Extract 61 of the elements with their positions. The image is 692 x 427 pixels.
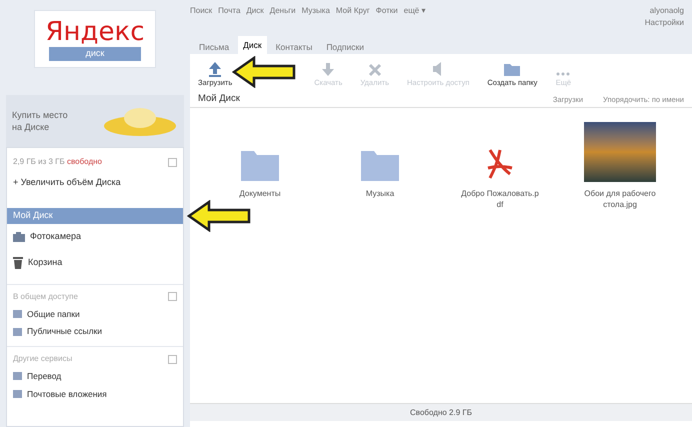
storage-info: 2,9 ГБ из 3 ГБ свободно xyxy=(13,156,102,168)
close-icon xyxy=(368,62,382,77)
file-name: Обои для рабочего стола.jpg xyxy=(583,188,657,210)
file-name: Добро Пожаловать.p df xyxy=(461,188,539,210)
section-title: Другие сервисы xyxy=(13,353,72,365)
nav-link[interactable]: Деньги xyxy=(270,5,296,36)
promo-banner[interactable]: Купить место на Диске xyxy=(6,95,184,147)
trash-icon xyxy=(13,256,23,268)
arrow-annotation-icon xyxy=(232,56,296,88)
camera-icon xyxy=(13,232,25,242)
item-icon xyxy=(13,328,22,336)
upload-icon xyxy=(207,60,224,77)
nav-link[interactable]: Мой Круг xyxy=(336,5,370,36)
status-bar: Свободно 2.9 ГБ xyxy=(190,403,692,421)
sidebar-item[interactable]: Почтовые вложения xyxy=(13,388,177,400)
download-icon xyxy=(320,60,336,77)
tab[interactable]: Диск xyxy=(238,36,267,54)
file-name: Музыка xyxy=(364,188,396,199)
logo[interactable]: Яндекс диск xyxy=(34,10,156,68)
sidebar-item[interactable]: Общие папки xyxy=(13,308,177,320)
item-icon xyxy=(13,390,22,398)
sidebar-item[interactable]: Мой Диск xyxy=(7,208,183,224)
item-icon xyxy=(13,310,22,318)
tab[interactable]: Подписки xyxy=(321,40,369,54)
file-item[interactable]: Музыка xyxy=(320,120,440,403)
sidebar-item[interactable]: Фотокамера xyxy=(7,224,183,250)
file-item[interactable]: Документы xyxy=(200,120,320,403)
section-title: В общем доступе xyxy=(13,290,78,302)
photo-placeholder xyxy=(584,122,656,182)
tab[interactable]: Контакты xyxy=(270,40,318,54)
nav-link[interactable]: Музыка xyxy=(302,5,330,36)
sidebar-item[interactable]: Публичные ссылки xyxy=(13,325,177,338)
sidebar-item[interactable]: Перевод xyxy=(13,370,177,383)
nav-link[interactable]: Диск xyxy=(246,5,264,36)
collapse-icon[interactable] xyxy=(168,292,177,301)
file-name: Документы xyxy=(238,188,282,199)
file-item[interactable]: Добро Пожаловать.p df xyxy=(440,120,560,403)
sidebar-label: Мой Диск xyxy=(13,208,53,222)
arrow-annotation-icon xyxy=(187,200,251,232)
item-icon xyxy=(13,372,22,380)
sidebar-item[interactable]: Корзина xyxy=(7,250,183,276)
nav-link[interactable]: Поиск xyxy=(190,5,212,36)
file-item[interactable]: Обои для рабочего стола.jpg xyxy=(560,120,680,403)
tab[interactable]: Письма xyxy=(194,40,234,54)
nav-link[interactable]: Почта xyxy=(218,5,240,36)
folder-icon xyxy=(360,148,400,182)
increase-link[interactable]: + Увеличить объём Диска xyxy=(7,168,183,190)
sidebar-label: Корзина xyxy=(28,256,62,269)
more-icon xyxy=(555,70,572,77)
nav-link[interactable]: Фотки xyxy=(376,5,398,36)
folder-title: Мой Диск xyxy=(198,92,240,106)
settings-link[interactable]: Настройки xyxy=(644,17,684,29)
sidebar-label: Фотокамера xyxy=(30,230,82,243)
collapse-icon[interactable] xyxy=(168,158,177,166)
promo-text: Купить место на Диске xyxy=(12,109,69,133)
collapse-icon[interactable] xyxy=(168,354,177,364)
logo-text: Яндекс xyxy=(45,17,145,47)
logo-subtitle: диск xyxy=(49,47,141,60)
nav-link[interactable]: ещё ▾ xyxy=(404,5,426,36)
username[interactable]: alyonaolg xyxy=(650,5,684,17)
folder-icon xyxy=(240,148,280,182)
